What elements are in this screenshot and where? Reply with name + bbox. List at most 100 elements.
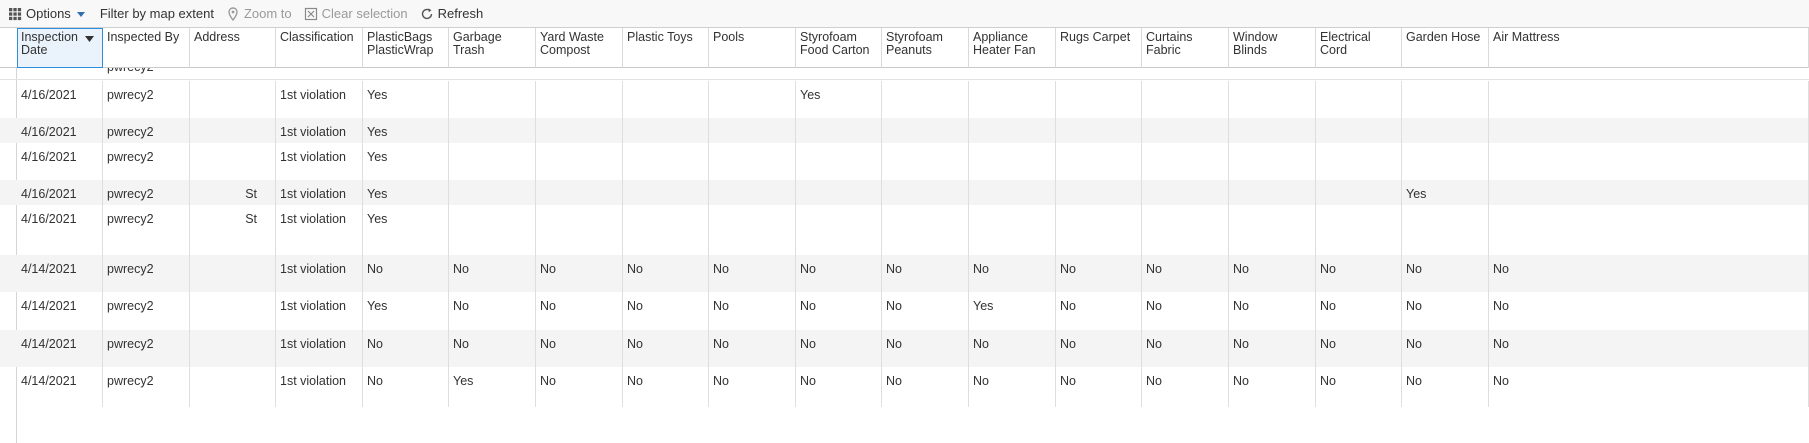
electrical-cord-cell [1316, 118, 1402, 143]
inspected-by-cell: pwrecy2 [103, 367, 190, 407]
garden-hose-cell: No [1402, 292, 1489, 330]
options-menu[interactable]: Options [8, 0, 86, 28]
column-header-address[interactable]: Address [190, 28, 276, 68]
air-mattress-cell [1489, 81, 1809, 118]
column-header-label: Styrofoam Food Carton [800, 30, 870, 57]
zoom-to-button[interactable]: Zoom to [226, 0, 292, 28]
column-header-air-mattress[interactable]: Air Mattress [1489, 28, 1809, 68]
column-header-styrofoam-peanuts[interactable]: Styrofoam Peanuts [882, 28, 969, 68]
plasticbags-plasticwrap-cell: Yes [363, 118, 449, 143]
table-header: Inspection Date Inspected By Address Classi… [0, 28, 1809, 68]
clear-selection-button[interactable]: Clear selection [304, 0, 408, 28]
styrofoam-peanuts-cell [882, 118, 969, 143]
table-row[interactable]: 4/14/2021 pwrecy2 1st violation No No No No No N… [0, 255, 1809, 292]
pools-cell [709, 81, 796, 118]
column-header-styrofoam-food-carton[interactable]: Styrofoam Food Carton [796, 28, 882, 68]
column-header-label: PlasticBags PlasticWrap [367, 30, 434, 57]
classification-cell: 1st violation [276, 330, 363, 367]
inspected-by-cell: pwrecy2 [103, 205, 190, 255]
table-row[interactable]: 4/16/2021 pwrecy2 St 1st violation Yes Yes [0, 180, 1809, 205]
column-header-rugs-carpet[interactable]: Rugs Carpet [1056, 28, 1142, 68]
appliance-heater-fan-cell [969, 118, 1056, 143]
column-header-plasticbags-plasticwrap[interactable]: PlasticBags PlasticWrap [363, 28, 449, 68]
column-header-inspected-by[interactable]: Inspected By [103, 28, 190, 68]
classification-cell: 1st violation [276, 81, 363, 118]
column-header-label: Address [194, 30, 240, 44]
appliance-heater-fan-cell [969, 143, 1056, 180]
curtains-fabric-cell: No [1142, 330, 1229, 367]
styrofoam-peanuts-cell [882, 81, 969, 118]
pools-cell: No [709, 255, 796, 292]
garbage-trash-cell [449, 118, 536, 143]
garden-hose-cell: No [1402, 367, 1489, 407]
window-blinds-cell [1229, 81, 1316, 118]
inspected-by-cell: pwrecy2 [103, 180, 190, 205]
column-header-label: Garden Hose [1406, 30, 1481, 44]
pools-cell: No [709, 292, 796, 330]
electrical-cord-cell: No [1316, 255, 1402, 292]
table-row[interactable]: 4/16/2021 pwrecy2 St 1st violation Yes [0, 205, 1809, 255]
plastic-toys-cell [623, 143, 709, 180]
column-header-appliance-heater-fan[interactable]: Appliance Heater Fan [969, 28, 1056, 68]
styrofoam-peanuts-cell [882, 143, 969, 180]
refresh-label: Refresh [437, 6, 484, 21]
window-blinds-cell: No [1229, 367, 1316, 407]
attribute-table: Inspection Date Inspected By Address Classi… [0, 28, 1809, 443]
styrofoam-food-carton-cell: No [796, 292, 882, 330]
sort-descending-icon[interactable] [85, 36, 94, 42]
rugs-carpet-cell: No [1056, 255, 1142, 292]
caret-down-icon [76, 11, 85, 17]
inspection-date-cell: 4/14/2021 [17, 330, 103, 367]
table-row[interactable]: 4/14/2021 pwrecy2 1st violation No No No No No N… [0, 330, 1809, 367]
table-row-partial[interactable]: pwrecy2 [0, 68, 1809, 80]
inspection-date-cell: 4/16/2021 [17, 81, 103, 118]
column-header-window-blinds[interactable]: Window Blinds [1229, 28, 1316, 68]
table-row[interactable]: 4/16/2021 pwrecy2 1st violation Yes [0, 118, 1809, 143]
address-cell [190, 330, 276, 367]
column-header-plastic-toys[interactable]: Plastic Toys [623, 28, 709, 68]
pools-cell [709, 118, 796, 143]
plastic-toys-cell: No [623, 255, 709, 292]
rugs-carpet-cell: No [1056, 292, 1142, 330]
garden-hose-cell [1402, 118, 1489, 143]
column-header-inspection-date[interactable]: Inspection Date [17, 28, 103, 68]
styrofoam-peanuts-cell: No [882, 330, 969, 367]
table-row[interactable]: 4/16/2021 pwrecy2 1st violation Yes [0, 143, 1809, 180]
rugs-carpet-cell [1056, 118, 1142, 143]
air-mattress-cell: No [1489, 255, 1809, 292]
yard-waste-compost-cell [536, 118, 623, 143]
electrical-cord-cell [1316, 143, 1402, 180]
column-header-garden-hose[interactable]: Garden Hose [1402, 28, 1489, 68]
classification-cell: 1st violation [276, 205, 363, 255]
column-header-label: Styrofoam Peanuts [886, 30, 943, 57]
column-header-garbage-trash[interactable]: Garbage Trash [449, 28, 536, 68]
column-header-pools[interactable]: Pools [709, 28, 796, 68]
garden-hose-cell [1402, 143, 1489, 180]
column-header-label: Window Blinds [1233, 30, 1278, 57]
yard-waste-compost-cell [536, 180, 623, 205]
garbage-trash-cell: No [449, 292, 536, 330]
table-row[interactable]: 4/14/2021 pwrecy2 1st violation Yes No No No No… [0, 292, 1809, 330]
column-header-curtains-fabric[interactable]: Curtains Fabric [1142, 28, 1229, 68]
address-cell: St [190, 180, 276, 205]
inspection-date-cell: 4/16/2021 [17, 118, 103, 143]
curtains-fabric-cell [1142, 143, 1229, 180]
filter-by-map-extent-button[interactable]: Filter by map extent [100, 0, 214, 28]
window-blinds-cell: No [1229, 255, 1316, 292]
pools-cell [709, 143, 796, 180]
styrofoam-peanuts-cell [882, 205, 969, 255]
column-header-classification[interactable]: Classification [276, 28, 363, 68]
air-mattress-cell [1489, 180, 1809, 205]
plastic-toys-cell: No [623, 367, 709, 407]
table-row[interactable]: 4/16/2021 pwrecy2 1st violation Yes Yes [0, 81, 1809, 118]
address-cell [190, 118, 276, 143]
refresh-button[interactable]: Refresh [420, 0, 484, 28]
column-header-label: Yard Waste Compost [540, 30, 604, 57]
column-header-electrical-cord[interactable]: Electrical Cord [1316, 28, 1402, 68]
curtains-fabric-cell [1142, 180, 1229, 205]
column-header-yard-waste-compost[interactable]: Yard Waste Compost [536, 28, 623, 68]
partial-inspected-by-cell: pwrecy2 [103, 68, 154, 74]
options-label: Options [26, 6, 71, 21]
table-row[interactable]: 4/14/2021 pwrecy2 1st violation No Yes No No No… [0, 367, 1809, 407]
styrofoam-food-carton-cell: No [796, 330, 882, 367]
